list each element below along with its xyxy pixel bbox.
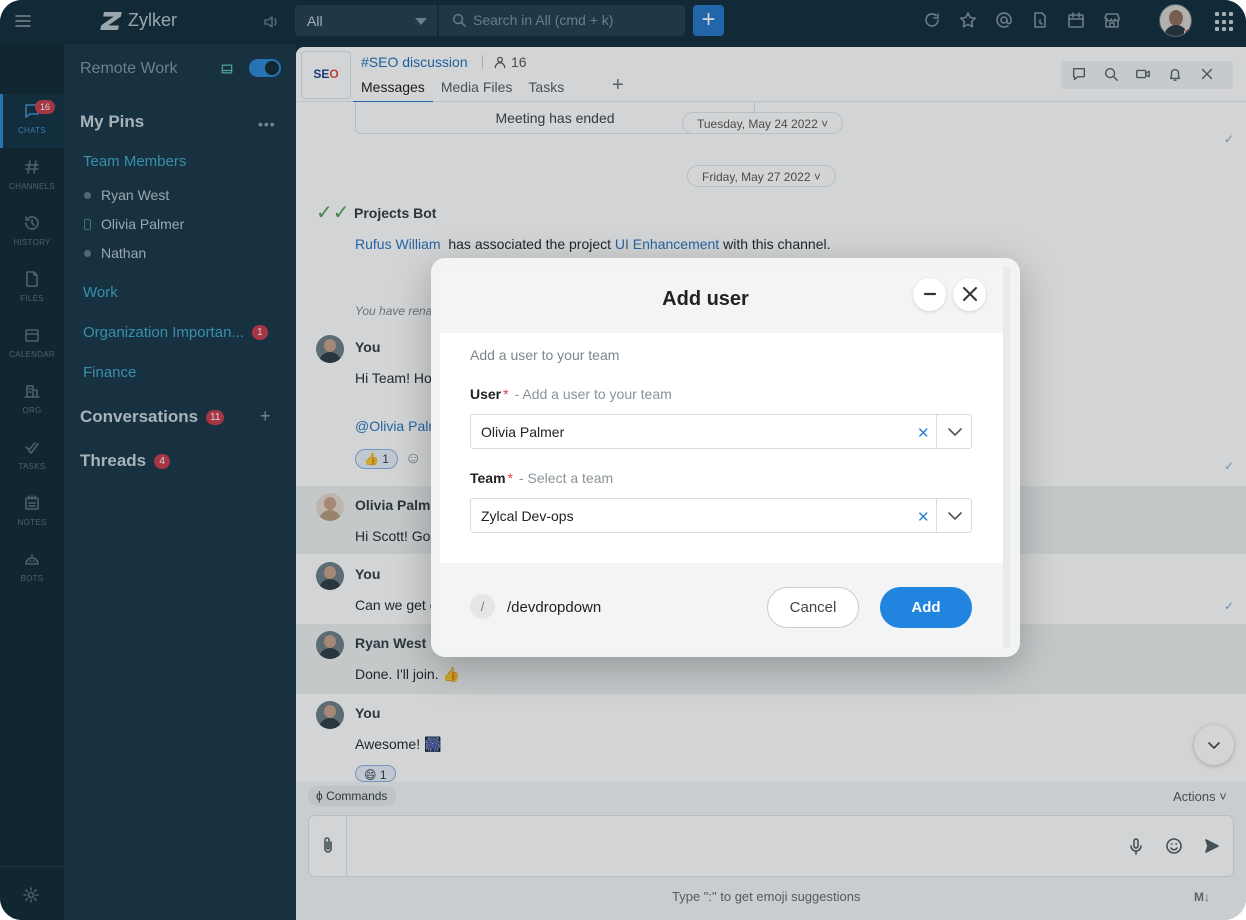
team-select-value: Zylcal Dev-ops: [481, 508, 574, 524]
chevron-down-icon[interactable]: [936, 415, 972, 448]
required-asterisk: *: [507, 470, 513, 486]
cancel-button[interactable]: Cancel: [767, 587, 859, 628]
user-field-label: User * - Add a user to your team: [470, 386, 672, 402]
close-button[interactable]: [953, 278, 986, 311]
minimize-button[interactable]: [913, 278, 946, 311]
required-asterisk: *: [503, 386, 509, 402]
add-button[interactable]: Add: [880, 587, 972, 628]
dialog-header: Add user: [440, 267, 1003, 333]
team-select[interactable]: Zylcal Dev-ops ✕: [470, 498, 972, 533]
dialog-scrollbar[interactable]: [1003, 267, 1010, 648]
command-name: /devdropdown: [507, 599, 602, 616]
close-icon: [962, 287, 977, 301]
dialog-title: Add user: [662, 288, 749, 310]
team-field-label: Team * - Select a team: [470, 470, 614, 486]
clear-icon[interactable]: ✕: [917, 424, 930, 442]
clear-icon[interactable]: ✕: [917, 508, 930, 526]
app-window: Zylker All Search in All (cmd + k) + 16 …: [0, 0, 1246, 920]
user-select-value: Olivia Palmer: [481, 424, 565, 440]
user-select[interactable]: Olivia Palmer ✕: [470, 414, 972, 449]
dialog-footer: / /devdropdown Cancel Add: [440, 563, 1003, 648]
chevron-down-icon[interactable]: [936, 499, 972, 532]
slash-command-icon: /: [470, 594, 495, 619]
add-user-dialog: Add user Add a user to your team User * - …: [440, 267, 1003, 648]
dialog-subtitle: Add a user to your team: [470, 347, 620, 363]
